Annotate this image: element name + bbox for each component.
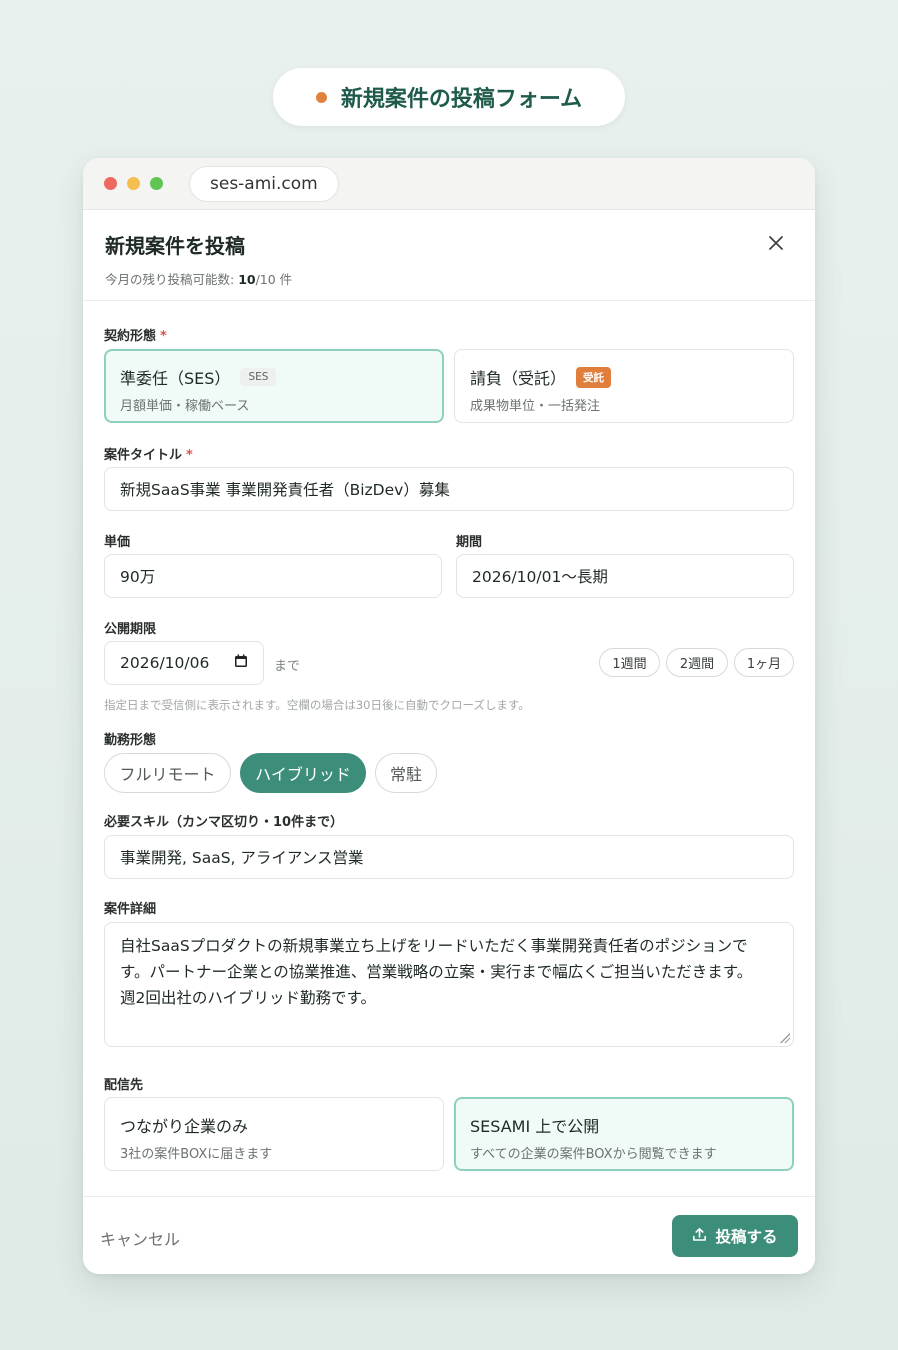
- price-input[interactable]: 90万: [104, 554, 442, 598]
- contract-option-title: 請負（受託）: [470, 369, 567, 388]
- work-style-onsite[interactable]: 常駐: [375, 753, 437, 793]
- submit-label: 投稿する: [715, 1228, 778, 1246]
- calendar-icon[interactable]: [234, 654, 248, 672]
- period-label: 期間: [456, 535, 483, 550]
- close-icon[interactable]: [767, 232, 785, 256]
- period-input[interactable]: 2026/10/01〜長期: [456, 554, 794, 598]
- chip-1-week[interactable]: 1週間: [599, 648, 660, 677]
- distribution-option-title: SESAMI 上で公開: [470, 1117, 600, 1136]
- chip-2-weeks[interactable]: 2週間: [666, 648, 728, 677]
- work-style-label: 勤務形態: [104, 733, 157, 748]
- details-textarea[interactable]: 自社SaaSプロダクトの新規事業立ち上げをリードいただく事業開発責任者のポジショ…: [104, 922, 794, 1047]
- hero-title-pill: 新規案件の投稿フォーム: [273, 68, 625, 126]
- skills-label: 必要スキル（カンマ区切り・10件まで）: [104, 815, 344, 830]
- quota-value: 10: [238, 272, 256, 287]
- maximize-window-dot[interactable]: [150, 177, 163, 190]
- close-window-dot[interactable]: [104, 177, 117, 190]
- deadline-hint: 指定日まで受信側に表示されます。空欄の場合は30日後に自動でクローズします。: [104, 698, 530, 712]
- browser-chrome: ses-ami.com: [83, 158, 815, 210]
- details-label: 案件詳細: [104, 902, 157, 917]
- quota-text: 今月の残り投稿可能数: 10/10 件: [105, 269, 793, 288]
- contract-option-sub: 成果物単位・一括発注: [470, 399, 601, 414]
- contract-option-title: 準委任（SES）: [120, 369, 231, 388]
- work-style-hybrid[interactable]: ハイブリッド: [240, 753, 366, 793]
- submit-button[interactable]: 投稿する: [672, 1215, 798, 1257]
- distribution-label: 配信先: [104, 1078, 144, 1093]
- quota-suffix: /10 件: [255, 272, 293, 287]
- contract-option-sub: 月額単価・稼働ベース: [120, 399, 250, 414]
- quota-prefix: 今月の残り投稿可能数:: [105, 272, 239, 287]
- details-line: 週2回出社のハイブリッド勤務です。: [120, 989, 377, 1007]
- work-style-full-remote[interactable]: フルリモート: [104, 753, 231, 793]
- browser-window: ses-ami.com 新規案件を投稿 今月の残り投稿可能数: 10/10 件 …: [83, 158, 815, 1274]
- deadline-suffix: まで: [274, 659, 301, 674]
- deadline-label: 公開期限: [104, 622, 157, 637]
- distribution-option-connected[interactable]: つながり企業のみ 3社の案件BOXに届きます: [104, 1097, 444, 1171]
- resize-handle[interactable]: [780, 1033, 790, 1043]
- title-label: 案件タイトル *: [104, 448, 193, 463]
- details-line: 自社SaaSプロダクトの新規事業立ち上げをリードいただく事業開発責任者のポジショ…: [120, 937, 748, 955]
- contract-label: 契約形態 *: [104, 329, 167, 344]
- contract-option-ses[interactable]: 準委任（SES） SES 月額単価・稼働ベース: [104, 349, 444, 423]
- details-line: す。パートナー企業との協業推進、営業戦略の立案・実行まで幅広くご担当いただきます…: [120, 963, 753, 981]
- deadline-date-value: 2026/10/06: [120, 654, 210, 672]
- cancel-button[interactable]: キャンセル: [100, 1226, 180, 1250]
- upload-icon: [692, 1227, 707, 1246]
- skills-input[interactable]: 事業開発, SaaS, アライアンス営業: [104, 835, 794, 879]
- minimize-window-dot[interactable]: [127, 177, 140, 190]
- price-label: 単価: [104, 535, 131, 550]
- contract-option-ukeoi[interactable]: 請負（受託） 受託 成果物単位・一括発注: [454, 349, 794, 423]
- distribution-option-public[interactable]: SESAMI 上で公開 すべての企業の案件BOXから閲覧できます: [454, 1097, 794, 1171]
- url-bar[interactable]: ses-ami.com: [189, 165, 339, 202]
- distribution-option-title: つながり企業のみ: [120, 1117, 249, 1136]
- deadline-date-input[interactable]: 2026/10/06: [104, 641, 264, 685]
- modal-header: 新規案件を投稿 今月の残り投稿可能数: 10/10 件: [83, 210, 815, 301]
- chip-1-month[interactable]: 1ヶ月: [734, 648, 794, 677]
- post-form: 契約形態 * 準委任（SES） SES 月額単価・稼働ベース 請負（受託） 受託 成果…: [83, 301, 815, 1196]
- status-dot: [315, 91, 327, 103]
- distribution-option-sub: すべての企業の案件BOXから閲覧できます: [470, 1147, 717, 1162]
- modal-footer: キャンセル 投稿する: [83, 1196, 815, 1274]
- distribution-option-sub: 3社の案件BOXに届きます: [120, 1147, 273, 1162]
- ukeoi-badge: 受託: [576, 366, 612, 388]
- title-input[interactable]: 新規SaaS事業 事業開発責任者（BizDev）募集: [104, 467, 794, 511]
- ses-badge: SES: [240, 368, 277, 386]
- modal-title: 新規案件を投稿: [105, 234, 245, 258]
- hero-title: 新規案件の投稿フォーム: [340, 87, 583, 112]
